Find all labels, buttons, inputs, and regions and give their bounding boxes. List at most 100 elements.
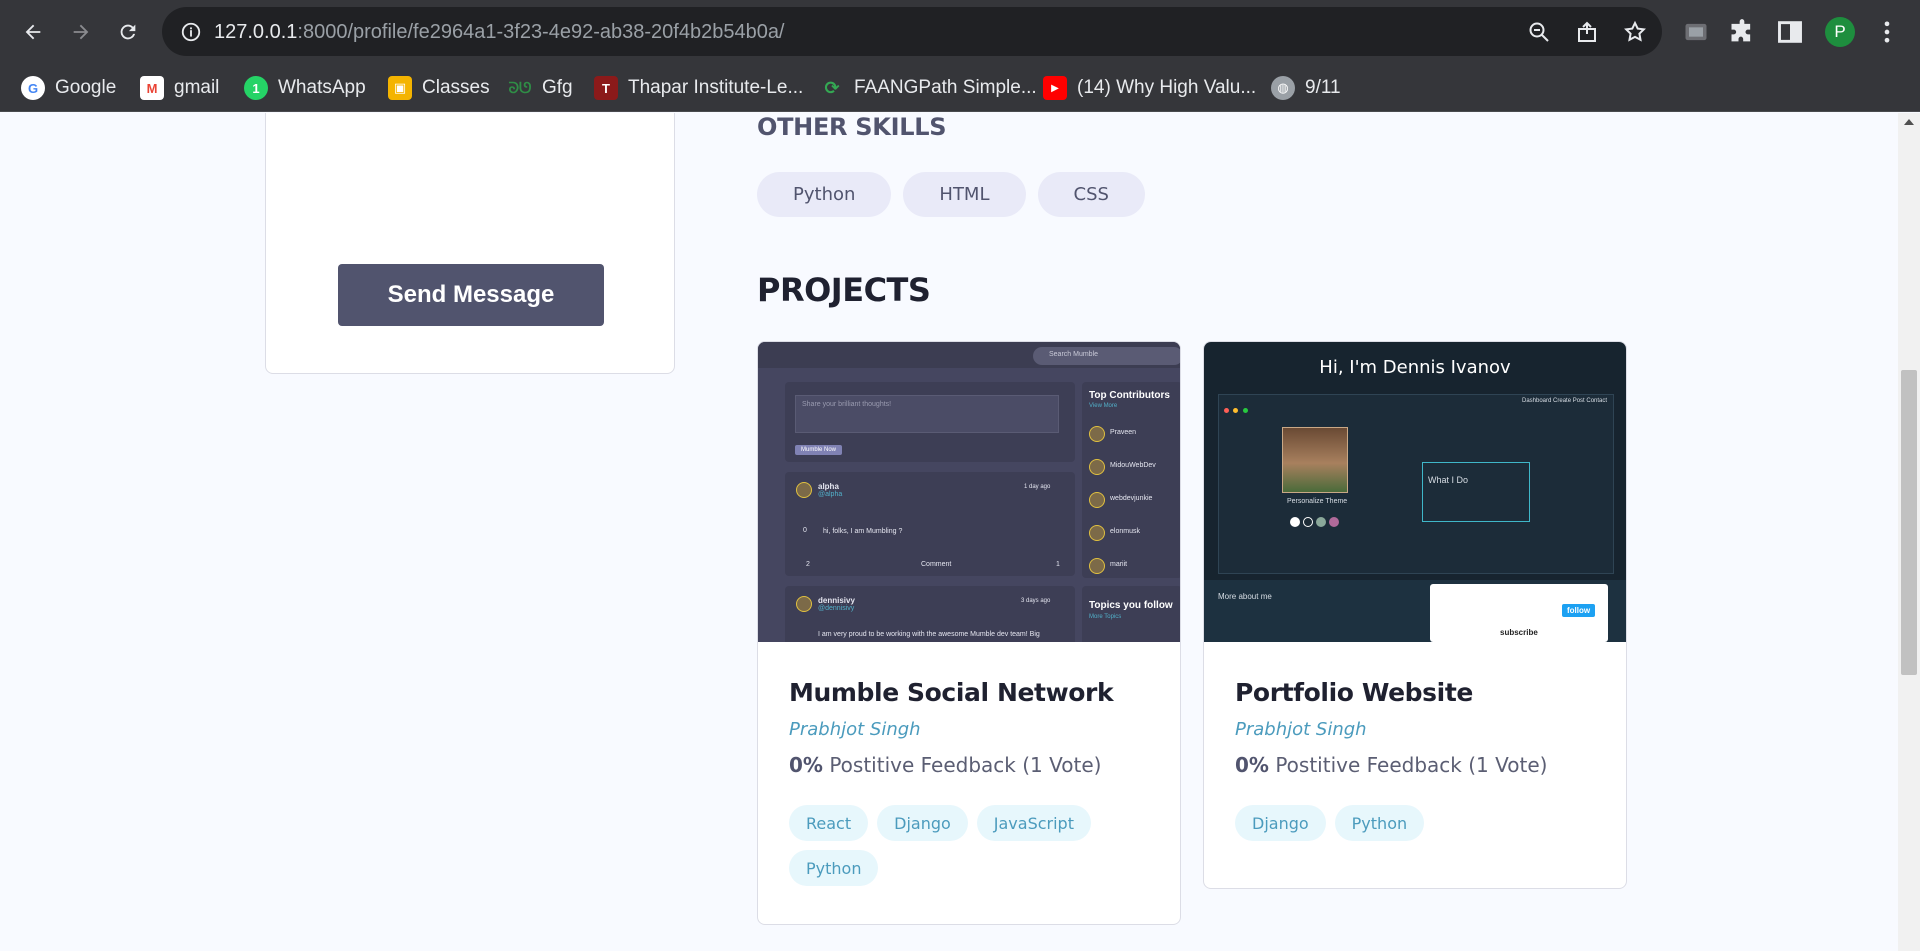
bookmark-label: 9/11 (1305, 77, 1341, 98)
forward-button[interactable] (61, 12, 101, 52)
scroll-thumb[interactable] (1901, 370, 1917, 675)
url-host: 127.0.0.1 (214, 21, 298, 43)
project-card-mumble[interactable]: Search Mumble Share your brilliant thoug… (757, 341, 1181, 925)
feedback-text: Postitive Feedback (1 Vote) (829, 753, 1102, 777)
thumb-what-i-do-box (1422, 462, 1530, 522)
thumb-portrait (1282, 427, 1348, 493)
project-thumbnail[interactable]: Hi, I'm Dennis Ivanov Dashboard Create P… (1204, 342, 1626, 642)
thumb-contributor: MidouWebDev (1110, 462, 1156, 469)
arrow-left-icon (25, 24, 41, 40)
bookmark-label: Gfg (542, 77, 573, 98)
share-icon[interactable] (1575, 20, 1599, 44)
gfg-icon: ᘐᘎ (508, 79, 532, 97)
profile-avatar[interactable]: P (1825, 17, 1855, 47)
bookmark-label: Thapar Institute-Le... (628, 77, 804, 98)
url-path: :8000/profile/fe2964a1-3f23-4e92-ab38-20… (297, 21, 785, 43)
thumb-subscribe: subscribe (1500, 628, 1538, 637)
youtube-icon: ▶ (1043, 76, 1067, 100)
bookmark-faangpath[interactable]: ⟳ FAANGPath Simple... (820, 74, 1037, 102)
reload-icon (120, 24, 136, 40)
project-tag: React (789, 805, 869, 841)
url-text[interactable]: 127.0.0.1:8000/profile/fe2964a1-3f23-4e9… (214, 21, 785, 44)
thumb-view-more: View More (1089, 403, 1118, 409)
thapar-icon: T (594, 76, 618, 100)
bookmark-whatsapp[interactable]: 1 WhatsApp (244, 74, 366, 102)
scroll-up-arrow-icon[interactable] (1904, 119, 1914, 125)
page-viewport: Send Message OTHER SKILLS Python HTML CS… (0, 113, 1920, 951)
thumb-contributors-panel (1082, 382, 1180, 578)
thumb-post2-text: I am very proud to be working with the a… (818, 631, 1040, 638)
thumb-contributors-heading: Top Contributors (1089, 390, 1170, 401)
send-message-button[interactable]: Send Message (338, 264, 604, 326)
reload-button[interactable] (108, 12, 148, 52)
bookmark-label: Google (55, 77, 117, 98)
page-scrollbar[interactable] (1898, 113, 1920, 951)
thumb-contributor: mariit (1110, 561, 1128, 568)
faangpath-icon: ⟳ (824, 77, 840, 98)
bookmark-thapar[interactable]: T Thapar Institute-Le... (594, 74, 803, 102)
globe-icon: ◍ (1271, 76, 1295, 100)
project-body: Mumble Social Network Prabhjot Singh 0% … (758, 642, 1180, 886)
project-thumbnail[interactable]: Search Mumble Share your brilliant thoug… (758, 342, 1180, 642)
message-card: Send Message (265, 113, 675, 374)
thumb-hero-title: Hi, I'm Dennis Ivanov (1319, 357, 1511, 378)
menu-kebab-icon[interactable] (1873, 18, 1901, 46)
whatsapp-icon: 1 (244, 76, 268, 100)
project-title[interactable]: Portfolio Website (1235, 678, 1595, 707)
bookmark-9-11[interactable]: ◍ 9/11 (1271, 74, 1341, 102)
bookmark-label: WhatsApp (278, 77, 366, 98)
thumb-post1-comments: 2 (806, 561, 810, 568)
thumb-avatar (1089, 426, 1105, 442)
thumb-placeholder: Share your brilliant thoughts! (802, 401, 892, 408)
project-tags: Django Python (1235, 805, 1595, 841)
thumb-post1-text: hi, folks, I am Mumbling ? (823, 528, 903, 535)
project-tag: Python (789, 850, 879, 886)
project-author[interactable]: Prabhjot Singh (1235, 719, 1595, 740)
thumb-contributor: Praveen (1110, 429, 1137, 436)
zoom-out-icon[interactable] (1527, 20, 1551, 44)
thumb-post1-shares: 1 (1056, 561, 1060, 568)
skill-tag: HTML (903, 172, 1026, 217)
project-card-portfolio[interactable]: Hi, I'm Dennis Ivanov Dashboard Create P… (1203, 341, 1627, 889)
project-tag: Django (877, 805, 968, 841)
thumb-post1-user: alpha (818, 482, 839, 491)
projects-heading: PROJECTS (757, 271, 931, 309)
bookmark-label: FAANGPath Simple... (854, 77, 1037, 98)
gmail-icon: M (140, 76, 164, 100)
back-button[interactable] (13, 12, 53, 52)
side-panel-icon[interactable] (1776, 18, 1804, 46)
thumb-post1-time: 1 day ago (1024, 484, 1051, 490)
star-icon[interactable] (1623, 20, 1647, 44)
thumb-contributor: elonmusk (1110, 528, 1140, 535)
project-author[interactable]: Prabhjot Singh (789, 719, 1149, 740)
bookmarks-bar: G Google M gmail 1 WhatsApp ▣ Classes ᘐᘎ… (0, 64, 1920, 112)
other-skills-heading: OTHER SKILLS (757, 113, 947, 141)
project-tag: Python (1334, 805, 1425, 841)
thumb-post1-comment: Comment (921, 561, 952, 568)
address-bar[interactable]: 127.0.0.1:8000/profile/fe2964a1-3f23-4e9… (162, 7, 1662, 56)
thumb-avatar (796, 482, 812, 498)
bookmark-gmail[interactable]: M gmail (140, 74, 219, 102)
bookmark-label: (14) Why High Valu... (1077, 77, 1257, 98)
thumb-theme-dots (1290, 517, 1339, 527)
project-title[interactable]: Mumble Social Network (789, 678, 1149, 707)
bookmark-youtube[interactable]: ▶ (14) Why High Valu... (1043, 74, 1256, 102)
bookmark-label: Classes (422, 77, 490, 98)
thumb-avatar (1089, 492, 1105, 508)
extensions-icon[interactable] (1728, 18, 1756, 46)
tab-search-icon[interactable] (1682, 18, 1710, 46)
thumb-window-dots (1224, 400, 1254, 413)
thumb-topics-heading: Topics you follow (1089, 600, 1173, 611)
bookmark-google[interactable]: G Google (21, 74, 116, 102)
bookmark-gfg[interactable]: ᘐᘎ Gfg (508, 74, 573, 102)
thumb-more-topics: More Topics (1089, 614, 1122, 620)
thumb-post1-handle: @alpha (818, 491, 843, 498)
bookmark-classes[interactable]: ▣ Classes (388, 74, 490, 102)
skill-tag: Python (757, 172, 892, 217)
info-icon[interactable] (180, 21, 202, 43)
thumb-contributor: webdevjunkie (1110, 495, 1153, 502)
thumb-follow-button: follow (1562, 604, 1596, 617)
feedback-text: Postitive Feedback (1 Vote) (1275, 753, 1548, 777)
bookmark-label: gmail (174, 77, 220, 98)
thumb-search: Search Mumble (1033, 347, 1180, 365)
